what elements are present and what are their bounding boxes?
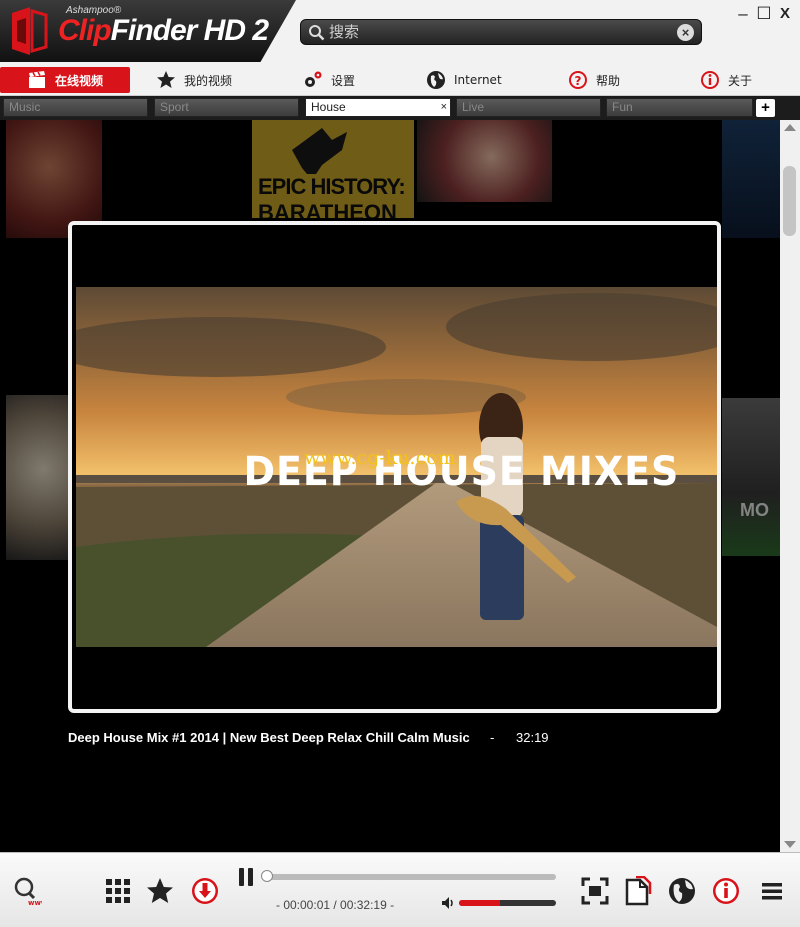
video-duration: 32:19 — [516, 730, 549, 745]
svg-text:www: www — [28, 899, 42, 906]
video-frame[interactable]: DEEP HOUSE MIXES www.cg-ku.com — [76, 287, 717, 647]
tab-label: House — [311, 100, 346, 114]
title-bar: Ashampoo® ClipFinder HD 2 × – ☐ X — [0, 0, 800, 64]
tab-music[interactable]: Music — [3, 98, 148, 117]
nav-label: 我的视频 — [184, 73, 233, 88]
close-button[interactable]: X — [776, 5, 794, 22]
gears-icon — [305, 71, 322, 87]
nav-label: Internet — [454, 73, 502, 87]
nav-online-videos[interactable]: 在线视频 — [0, 67, 130, 93]
video-player[interactable]: DEEP HOUSE MIXES www.cg-ku.com — [68, 221, 721, 713]
app-logo: Ashampoo® ClipFinder HD 2 — [0, 0, 296, 62]
tab-fun[interactable]: Fun — [606, 98, 753, 117]
nav-label: 关于 — [728, 73, 753, 88]
info-icon[interactable] — [711, 876, 741, 906]
volume-slider[interactable] — [459, 900, 556, 906]
clipfinder-logo-icon — [12, 7, 48, 55]
volume-level — [459, 900, 500, 906]
seek-bar[interactable] — [261, 870, 556, 882]
video-thumbnail[interactable] — [6, 395, 68, 560]
time-readout: - 00:00:01 / 00:32:19 - — [276, 898, 395, 912]
svg-text:?: ? — [575, 74, 582, 88]
add-tab-button[interactable]: + — [756, 99, 775, 117]
seek-handle[interactable] — [261, 870, 273, 882]
tab-sport[interactable]: Sport — [154, 98, 299, 117]
grid-icon[interactable] — [103, 876, 133, 906]
nav-label: 在线视频 — [54, 73, 103, 88]
globe-icon[interactable] — [667, 876, 697, 906]
download-icon[interactable] — [190, 876, 220, 906]
scroll-up-icon[interactable] — [784, 124, 796, 131]
star-icon — [157, 71, 175, 88]
tab-live[interactable]: Live — [456, 98, 601, 117]
tab-house[interactable]: House × — [305, 98, 451, 117]
search-bar: × — [300, 19, 702, 45]
globe-icon — [427, 71, 445, 89]
nav-settings[interactable]: 设置 — [303, 67, 355, 93]
video-thumbnail[interactable]: MO — [722, 398, 780, 556]
thumbnail-subtitle: BARATHEON — [258, 200, 397, 218]
search-icon[interactable] — [308, 24, 325, 41]
video-thumbnail[interactable] — [722, 120, 780, 238]
main-nav: 在线视频 我的视频 设置 Internet ? 帮助 关于 — [0, 64, 800, 96]
video-title: Deep House Mix #1 2014 | New Best Deep R… — [68, 730, 470, 745]
info-icon — [701, 71, 719, 89]
player-controls: www - 00:00:01 / 00:32:19 - — [0, 852, 800, 927]
minimize-button[interactable]: – — [734, 4, 752, 24]
nav-internet[interactable]: Internet — [426, 67, 502, 93]
star-icon[interactable] — [145, 876, 175, 906]
volume-icon[interactable] — [441, 896, 455, 910]
watermark-text: www.cg-ku.com — [304, 447, 456, 469]
document-icon[interactable] — [622, 876, 652, 906]
scrollbar[interactable] — [780, 120, 800, 852]
scroll-down-icon[interactable] — [784, 841, 796, 848]
nav-about[interactable]: 关于 — [700, 67, 752, 93]
video-thumbnail[interactable]: EPIC HISTORY: BARATHEON — [252, 120, 414, 218]
video-thumbnail[interactable] — [417, 120, 552, 202]
category-tabs: Music Sport House × Live Fun — [0, 96, 800, 120]
clear-search-icon[interactable]: × — [677, 24, 694, 41]
maximize-button[interactable]: ☐ — [755, 4, 773, 24]
nav-label: 帮助 — [596, 73, 621, 88]
pause-icon[interactable] — [238, 867, 256, 887]
nav-label: 设置 — [331, 73, 356, 88]
video-title-separator: - — [490, 730, 495, 745]
nav-my-videos[interactable]: 我的视频 — [156, 67, 232, 93]
app-name: ClipFinder HD 2 — [58, 14, 269, 47]
menu-icon[interactable] — [757, 876, 787, 906]
fullscreen-icon[interactable] — [580, 876, 610, 906]
thumbnail-text: MO — [740, 500, 769, 520]
search-input[interactable] — [329, 22, 669, 42]
clapperboard-icon — [28, 71, 45, 88]
thumbnail-title: EPIC HISTORY: — [258, 174, 406, 200]
help-icon: ? — [569, 71, 587, 89]
scrollbar-thumb[interactable] — [783, 166, 796, 236]
nav-help[interactable]: ? 帮助 — [568, 67, 620, 93]
close-tab-icon[interactable]: × — [441, 99, 447, 116]
search-www-icon[interactable]: www — [12, 876, 42, 906]
